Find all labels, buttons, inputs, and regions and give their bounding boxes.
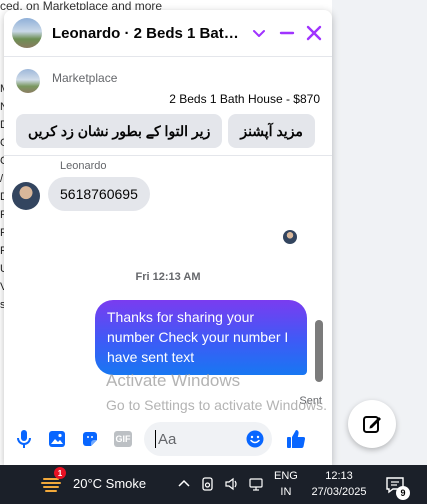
region-code: IN — [280, 486, 292, 498]
gif-label-icon: GIF — [114, 431, 132, 447]
weather-text[interactable]: 20°C Smoke — [73, 476, 146, 491]
activation-watermark-subtitle: Go to Settings to activate Windows. — [106, 397, 327, 413]
listing-title[interactable]: 2 Beds 1 Bath House - $870 — [169, 92, 320, 106]
marketplace-actions: زیر التوا کے بطور نشان زد کریں مزید آپشن… — [16, 114, 315, 148]
clock[interactable]: 12:13 27/03/2025 — [308, 468, 370, 500]
chevron-down-icon[interactable] — [248, 21, 271, 45]
minimize-icon[interactable] — [275, 21, 298, 45]
language-code: ENG — [274, 470, 298, 482]
marketplace-banner: Marketplace 2 Beds 1 Bath House - $870 ز… — [4, 57, 332, 156]
message-input-wrapper — [144, 422, 272, 456]
close-icon[interactable] — [303, 21, 326, 45]
photo-icon[interactable] — [43, 425, 71, 453]
sticker-icon[interactable] — [76, 425, 104, 453]
speaker-icon[interactable] — [224, 475, 240, 493]
emoji-icon[interactable] — [246, 430, 264, 453]
message-timestamp: Fri 12:13 AM — [135, 271, 201, 283]
background-right-panel — [332, 0, 427, 465]
clock-time: 12:13 — [325, 470, 353, 482]
new-message-button[interactable] — [348, 400, 396, 448]
gif-icon[interactable]: GIF — [109, 425, 137, 453]
text-caret — [155, 430, 156, 448]
taskbar: 1 20°C Smoke ENG IN 12:13 27/03/2025 9 — [0, 465, 427, 504]
listing-thumbnail[interactable] — [16, 69, 40, 93]
message-list: Leonardo 5618760695 Fri 12:13 AM Thanks … — [4, 156, 332, 407]
microphone-icon[interactable] — [10, 425, 38, 453]
compose-icon — [363, 416, 381, 433]
message-input[interactable] — [156, 429, 256, 449]
message-composer: GIF — [4, 416, 332, 462]
contact-avatar[interactable] — [12, 18, 42, 48]
chat-title[interactable]: Leonardo · 2 Beds 1 Bath H... — [52, 25, 244, 42]
outgoing-message[interactable]: Thanks for sharing your number Check you… — [95, 300, 307, 375]
notification-count-badge: 9 — [396, 486, 410, 500]
clock-date: 27/03/2025 — [311, 486, 367, 498]
thumbs-up-icon[interactable] — [282, 425, 310, 453]
sender-avatar[interactable] — [12, 182, 40, 210]
marketplace-label: Marketplace — [52, 71, 118, 85]
more-options-button[interactable]: مزید آپشنز — [228, 114, 315, 148]
chevron-up-icon[interactable] — [176, 475, 192, 493]
mark-pending-button[interactable]: زیر التوا کے بطور نشان زد کریں — [16, 114, 223, 148]
language-indicator[interactable]: ENG IN — [274, 468, 298, 500]
activation-watermark-title: Activate Windows — [106, 371, 241, 390]
chat-header: Leonardo · 2 Beds 1 Bath H... — [4, 10, 332, 57]
sender-name: Leonardo — [60, 160, 107, 172]
seen-indicator-avatar — [283, 230, 297, 244]
meet-now-icon[interactable] — [200, 475, 216, 493]
message-scrollbar[interactable] — [315, 320, 323, 382]
network-icon[interactable] — [248, 475, 264, 493]
weather-alert-badge: 1 — [54, 467, 66, 479]
incoming-message[interactable]: 5618760695 — [48, 177, 150, 211]
